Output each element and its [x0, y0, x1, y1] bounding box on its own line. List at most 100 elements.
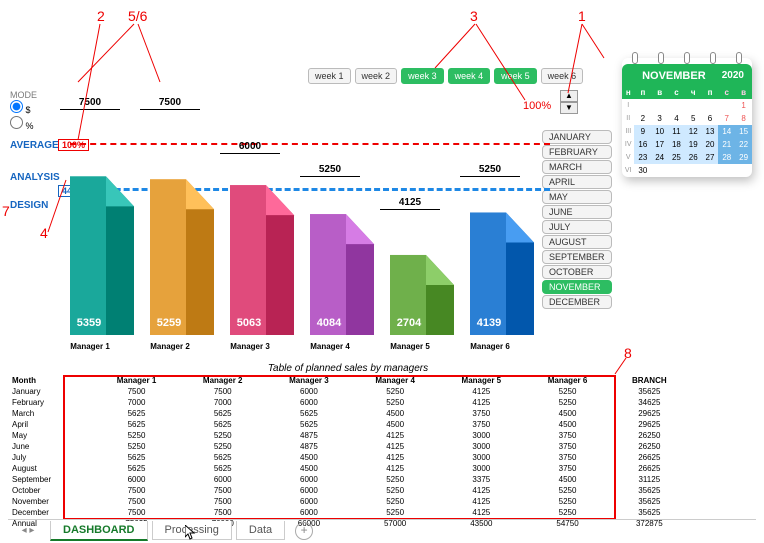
bar-value: 5063 [229, 317, 269, 329]
calendar-grid: нпвсчпсв I1II2345678III9101112131415IV16… [622, 86, 752, 177]
calendar-cell[interactable]: 19 [685, 138, 702, 151]
table-header: Manager 3 [266, 375, 352, 386]
table-row: October75007500600052504125525035625 [8, 485, 688, 496]
annotation-2: 2 [97, 8, 105, 24]
plan-value: 4125 [380, 197, 440, 210]
sheet-nav[interactable]: ◂ ▸ [8, 525, 48, 536]
month-january[interactable]: JANUARY [542, 130, 612, 144]
calendar-cell[interactable]: 6 [702, 112, 719, 125]
calendar-widget: NOVEMBER 2020 нпвсчпсв I1II2345678III910… [622, 58, 752, 177]
sales-table-wrap: Table of planned sales by managers Month… [8, 363, 688, 529]
sheet-tab-bar: ◂ ▸ DASHBOARD Processing Data + [8, 519, 756, 541]
calendar-cell[interactable]: 9 [634, 125, 651, 138]
calendar-cell [685, 164, 702, 177]
table-header: BRANCH [611, 375, 688, 386]
month-february[interactable]: FEBRUARY [542, 145, 612, 159]
calendar-cell[interactable]: 3 [651, 112, 668, 125]
sales-table: MonthManager 1Manager 2Manager 3Manager … [8, 375, 688, 529]
calendar-cell[interactable]: 18 [668, 138, 685, 151]
month-june[interactable]: JUNE [542, 205, 612, 219]
calendar-month: NOVEMBER [642, 70, 706, 82]
x-axis-label: Manager 4 [295, 342, 365, 351]
calendar-cell[interactable]: 5 [685, 112, 702, 125]
mode-currency[interactable]: $ [10, 100, 37, 116]
bar-value: 5259 [149, 317, 189, 329]
table-row: August56255625450041253000375026625 [8, 463, 688, 474]
calendar-cell[interactable]: 21 [718, 138, 735, 151]
mode-selector: MODE $ % [10, 90, 37, 132]
calendar-header: NOVEMBER 2020 [622, 64, 752, 86]
month-july[interactable]: JULY [542, 220, 612, 234]
tab-data[interactable]: Data [236, 521, 285, 540]
x-axis-label: Manager 1 [55, 342, 125, 351]
calendar-cell [651, 164, 668, 177]
x-axis-label: Manager 5 [375, 342, 445, 351]
table-row: July56255625450041253000375026625 [8, 452, 688, 463]
calendar-cell[interactable]: 14 [718, 125, 735, 138]
table-header: Manager 5 [438, 375, 524, 386]
month-march[interactable]: MARCH [542, 160, 612, 174]
calendar-cell[interactable]: 26 [685, 151, 702, 164]
calendar-cell[interactable]: 28 [718, 151, 735, 164]
week-6[interactable]: week 6 [541, 68, 584, 84]
x-axis-label: Manager 2 [135, 342, 205, 351]
calendar-cell[interactable]: 7 [718, 112, 735, 125]
calendar-cell[interactable]: 25 [668, 151, 685, 164]
table-row: December75007500600052504125525035625 [8, 507, 688, 518]
tab-dashboard[interactable]: DASHBOARD [50, 521, 148, 541]
calendar-cell[interactable]: 12 [685, 125, 702, 138]
table-row: March56255625562545003750450029625 [8, 408, 688, 419]
calendar-cell [735, 164, 752, 177]
mode-percent[interactable]: % [10, 116, 37, 132]
calendar-cell[interactable]: 27 [702, 151, 719, 164]
calendar-cell [668, 164, 685, 177]
calendar-cell [718, 164, 735, 177]
calendar-cell[interactable]: 10 [651, 125, 668, 138]
calendar-cell[interactable]: 13 [702, 125, 719, 138]
calendar-cell [634, 99, 651, 112]
table-header: Manager 2 [180, 375, 266, 386]
calendar-cell[interactable]: 22 [735, 138, 752, 151]
label-100pct: 100% [523, 100, 551, 112]
calendar-cell[interactable]: 8 [735, 112, 752, 125]
bar-chart: 53597500Manager 152597500Manager 2506360… [40, 80, 540, 360]
calendar-cell [702, 164, 719, 177]
month-november[interactable]: NOVEMBER [542, 280, 612, 294]
calendar-cell[interactable]: 30 [634, 164, 651, 177]
plan-value: 6000 [220, 141, 280, 154]
calendar-cell [685, 99, 702, 112]
calendar-cell[interactable]: 15 [735, 125, 752, 138]
month-september[interactable]: SEPTEMBER [542, 250, 612, 264]
calendar-cell [702, 99, 719, 112]
mode-title: MODE [10, 90, 37, 100]
calendar-cell [651, 99, 668, 112]
calendar-cell[interactable]: 16 [634, 138, 651, 151]
month-april[interactable]: APRIL [542, 175, 612, 189]
calendar-cell[interactable]: 4 [668, 112, 685, 125]
month-december[interactable]: DECEMBER [542, 295, 612, 309]
table-row: June52505250487541253000375026250 [8, 441, 688, 452]
calendar-cell[interactable]: 2 [634, 112, 651, 125]
table-header: Month [8, 375, 93, 386]
cursor-icon [185, 525, 197, 541]
table-row: February70007000600052504125525034625 [8, 397, 688, 408]
calendar-cell[interactable]: 23 [634, 151, 651, 164]
plan-value: 5250 [460, 164, 520, 177]
calendar-cell[interactable]: 20 [702, 138, 719, 151]
annotation-4: 4 [40, 225, 48, 241]
annotation-7: 7 [2, 203, 10, 219]
calendar-cell[interactable]: 11 [668, 125, 685, 138]
spinner-up[interactable]: ▲ [560, 90, 578, 102]
annotation-1: 1 [578, 8, 586, 24]
bars-svg [40, 80, 540, 340]
spinner-down[interactable]: ▼ [560, 102, 578, 114]
calendar-cell[interactable]: 29 [735, 151, 752, 164]
add-sheet-button[interactable]: + [295, 522, 313, 540]
month-august[interactable]: AUGUST [542, 235, 612, 249]
calendar-cell[interactable]: 1 [735, 99, 752, 112]
month-october[interactable]: OCTOBER [542, 265, 612, 279]
annotation-5-6: 5/6 [128, 8, 147, 24]
month-may[interactable]: MAY [542, 190, 612, 204]
calendar-cell[interactable]: 17 [651, 138, 668, 151]
calendar-cell[interactable]: 24 [651, 151, 668, 164]
